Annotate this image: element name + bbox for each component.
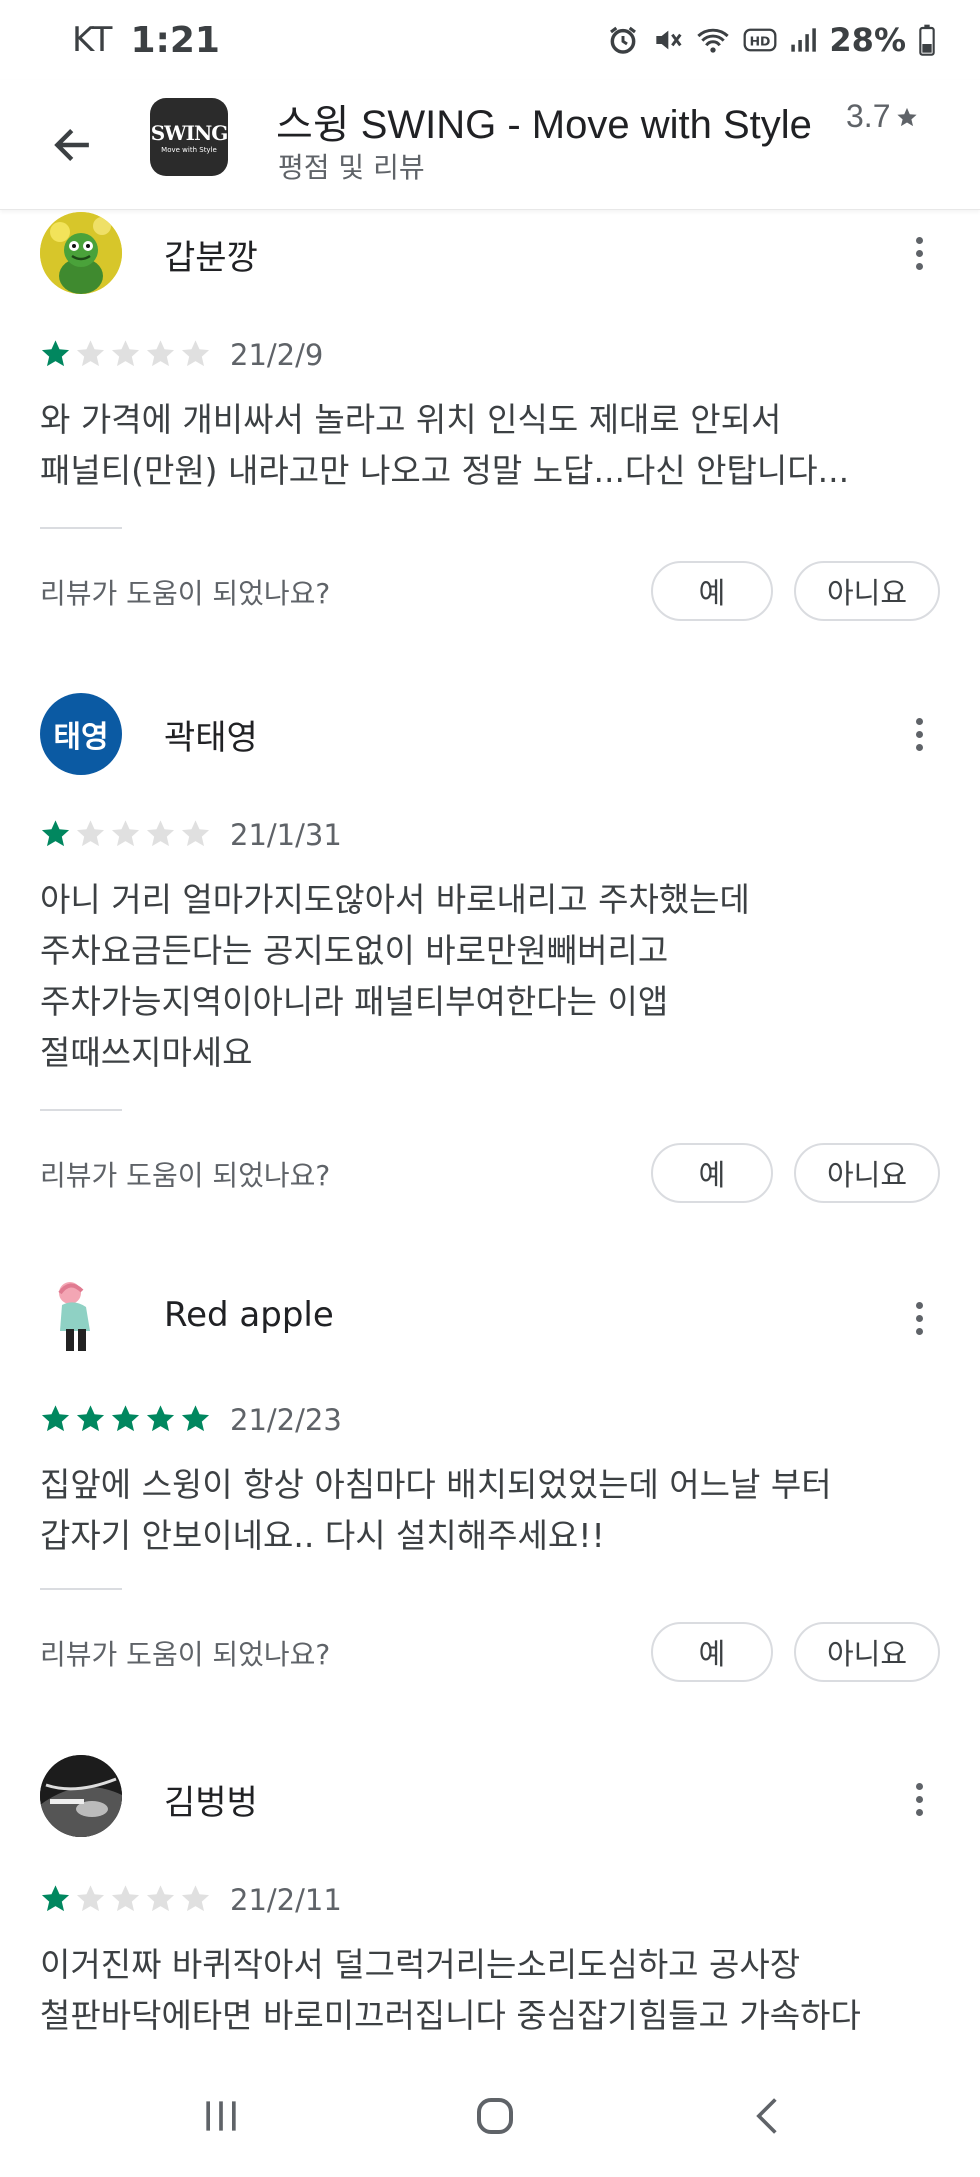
divider bbox=[40, 1109, 122, 1111]
star-icon bbox=[897, 107, 918, 126]
avatar bbox=[40, 1755, 122, 1837]
star-empty-icon bbox=[111, 340, 140, 367]
star-filled-icon bbox=[41, 1885, 70, 1912]
star-filled-icon bbox=[41, 820, 70, 847]
reviewer-name: 곽태영 bbox=[164, 718, 258, 758]
more-options-button[interactable] bbox=[896, 1288, 942, 1348]
divider bbox=[40, 527, 122, 529]
star-filled-icon bbox=[111, 1405, 140, 1432]
review-card: 태영 곽태영 21/1/31 아니 거리 얼마가지도않아서 바로내리고 주차했는… bbox=[0, 690, 980, 1250]
helpful-question: 리뷰가 도움이 되었나요? bbox=[40, 577, 331, 610]
page-subtitle: 평점 및 리뷰 bbox=[278, 151, 425, 184]
back-button[interactable] bbox=[40, 113, 104, 177]
review-text: 이거진짜 바퀴작아서 덜그럭거리는소리도심하고 공사장 철판바닥에타면 바로미끄… bbox=[40, 1945, 861, 2035]
reviewer-name: 갑분깡 bbox=[164, 238, 258, 278]
back-nav-button[interactable] bbox=[733, 2086, 803, 2146]
review-text: 아니 거리 얼마가지도않아서 바로내리고 주차했는데 주차요금든다는 공지도없이… bbox=[40, 880, 750, 1072]
avatar bbox=[40, 212, 122, 294]
review-text: 와 가격에 개비싸서 놀라고 위치 인식도 제대로 안되서 패널티(만원) 내라… bbox=[40, 400, 850, 490]
star-empty-icon bbox=[111, 820, 140, 847]
star-empty-icon bbox=[146, 820, 175, 847]
review-card: 갑분깡 21/2/9 와 가격에 개비싸서 놀라고 위치 인식도 제대로 안되서… bbox=[0, 210, 980, 680]
star-rating bbox=[40, 338, 211, 369]
star-empty-icon bbox=[111, 1885, 140, 1912]
status-right: HD 28% bbox=[607, 21, 936, 59]
home-button[interactable] bbox=[460, 2086, 530, 2146]
status-bar: KT 1:21 HD 28% bbox=[0, 0, 980, 80]
home-icon bbox=[477, 2098, 513, 2134]
helpful-yes-button[interactable]: 예 bbox=[651, 1622, 773, 1682]
battery-percent: 28% bbox=[829, 21, 906, 59]
star-empty-icon bbox=[146, 340, 175, 367]
avatar bbox=[40, 1275, 122, 1357]
star-empty-icon bbox=[181, 1885, 210, 1912]
star-empty-icon bbox=[181, 340, 210, 367]
recent-apps-button[interactable] bbox=[186, 2086, 256, 2146]
helpful-question: 리뷰가 도움이 되었나요? bbox=[40, 1159, 331, 1192]
signal-icon bbox=[789, 25, 817, 55]
star-empty-icon bbox=[146, 1885, 175, 1912]
helpful-no-button[interactable]: 아니요 bbox=[794, 561, 940, 621]
app-header: SWING Move with Style 스윙 SWING - Move wi… bbox=[0, 80, 980, 210]
reviewer-name: 김벙벙 bbox=[164, 1783, 258, 1823]
star-filled-icon bbox=[41, 340, 70, 367]
star-empty-icon bbox=[181, 820, 210, 847]
more-options-button[interactable] bbox=[896, 223, 942, 283]
clock: 1:21 bbox=[130, 19, 220, 61]
review-card: 김벙벙 21/2/11 이거진짜 바퀴작아서 덜그럭거리는소리도심하고 공사장 … bbox=[0, 1755, 980, 2058]
svg-text:HD: HD bbox=[750, 34, 771, 49]
star-filled-icon bbox=[41, 1405, 70, 1432]
review-text: 집앞에 스윙이 항상 아침마다 배치되었었는데 어느날 부터 갑자기 안보이네요… bbox=[40, 1465, 832, 1555]
more-options-button[interactable] bbox=[896, 704, 942, 764]
review-date: 21/2/9 bbox=[230, 338, 324, 372]
app-logo[interactable]: SWING Move with Style bbox=[150, 98, 228, 176]
battery-icon bbox=[918, 24, 936, 56]
mute-icon bbox=[651, 24, 683, 56]
review-card: Red apple 21/2/23 집앞에 스윙이 항상 아침마다 배치되었었는… bbox=[0, 1275, 980, 1715]
helpful-no-button[interactable]: 아니요 bbox=[794, 1143, 940, 1203]
review-date: 21/2/23 bbox=[230, 1403, 342, 1437]
review-date: 21/1/31 bbox=[230, 818, 342, 852]
star-filled-icon bbox=[181, 1405, 210, 1432]
wifi-icon bbox=[695, 24, 731, 56]
star-rating bbox=[40, 818, 211, 849]
app-rating: 3.7 bbox=[846, 98, 918, 135]
hd-icon: HD bbox=[743, 27, 777, 53]
avatar: 태영 bbox=[40, 693, 122, 775]
system-nav-bar bbox=[0, 2058, 980, 2177]
status-left: KT 1:21 bbox=[72, 20, 220, 61]
reviewer-name: Red apple bbox=[164, 1295, 334, 1335]
helpful-yes-button[interactable]: 예 bbox=[651, 561, 773, 621]
star-empty-icon bbox=[76, 340, 105, 367]
helpful-no-button[interactable]: 아니요 bbox=[794, 1622, 940, 1682]
arrow-left-icon bbox=[54, 129, 89, 161]
more-options-button[interactable] bbox=[896, 1769, 942, 1829]
alarm-icon bbox=[607, 24, 639, 56]
review-date: 21/2/11 bbox=[230, 1883, 342, 1917]
helpful-yes-button[interactable]: 예 bbox=[651, 1143, 773, 1203]
star-empty-icon bbox=[76, 820, 105, 847]
app-title: 스윙 SWING - Move with Style bbox=[276, 103, 812, 147]
carrier-label: KT bbox=[72, 20, 113, 60]
chevron-left-icon bbox=[756, 2098, 777, 2134]
star-filled-icon bbox=[76, 1405, 105, 1432]
star-empty-icon bbox=[76, 1885, 105, 1912]
recent-apps-icon bbox=[206, 2101, 236, 2131]
star-rating bbox=[40, 1403, 211, 1434]
star-rating bbox=[40, 1883, 211, 1914]
star-filled-icon bbox=[146, 1405, 175, 1432]
divider bbox=[40, 1588, 122, 1590]
helpful-question: 리뷰가 도움이 되었나요? bbox=[40, 1638, 331, 1671]
